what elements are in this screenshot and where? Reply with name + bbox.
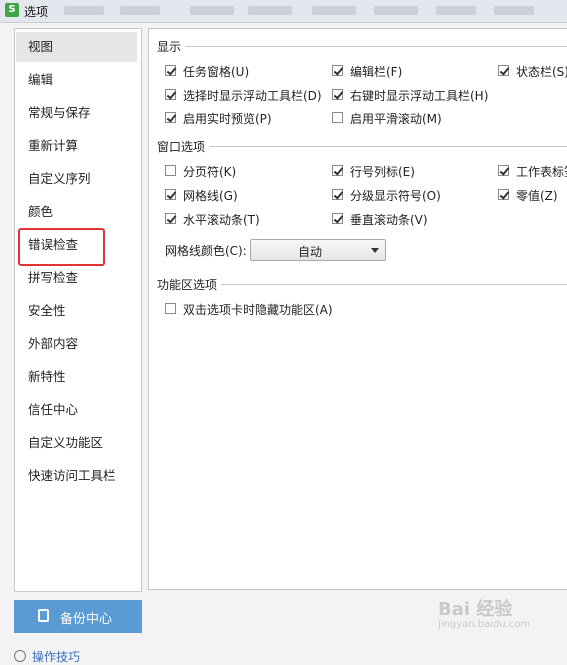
option-label: 工作表标签 xyxy=(516,165,567,179)
highlight-annotation-box xyxy=(18,228,105,266)
sidebar-item-spell-check[interactable]: 拼写检查 xyxy=(16,263,137,293)
option-label: 编辑栏(F) xyxy=(350,65,403,79)
checkbox-checked[interactable] xyxy=(498,165,509,176)
checkbox-checked[interactable] xyxy=(332,89,343,100)
sidebar-item-color[interactable]: 颜色 xyxy=(16,197,137,227)
sidebar-item-quick-access-toolbar[interactable]: 快速访问工具栏 xyxy=(16,461,137,491)
backup-icon xyxy=(38,609,49,622)
checkbox-checked[interactable] xyxy=(498,189,509,200)
blurred-toolbar-icon xyxy=(312,6,356,15)
option-label: 网格线(G) xyxy=(183,189,238,203)
blurred-toolbar-icon xyxy=(374,6,418,15)
checkbox-checked[interactable] xyxy=(332,189,343,200)
checkbox-checked[interactable] xyxy=(332,165,343,176)
sidebar-item-recalculation[interactable]: 重新计算 xyxy=(16,131,137,161)
blurred-toolbar-icon xyxy=(436,6,476,15)
app-logo-icon: S xyxy=(5,3,19,17)
title-bar: S 选项 xyxy=(0,0,567,23)
option-label: 行号列标(E) xyxy=(350,165,415,179)
options-sidebar: 视图 编辑 常规与保存 重新计算 自定义序列 颜色 错误检查 拼写检查 安全性 … xyxy=(14,28,142,592)
checkbox-checked[interactable] xyxy=(165,189,176,200)
checkbox-checked[interactable] xyxy=(165,213,176,224)
option-label: 启用实时预览(P) xyxy=(183,112,272,126)
blurred-toolbar-icon xyxy=(248,6,292,15)
baidu-jingyan-watermark: Bai 经验 jingyan.baidu.com xyxy=(432,593,562,637)
option-label: 启用平滑滚动(M) xyxy=(350,112,442,126)
blurred-toolbar-icon xyxy=(64,6,104,15)
checkbox-checked[interactable] xyxy=(332,213,343,224)
tips-icon xyxy=(14,650,26,662)
section-divider xyxy=(221,284,567,285)
option-label: 分页符(K) xyxy=(183,165,237,179)
option-label: 零值(Z) xyxy=(516,189,558,203)
sidebar-item-security[interactable]: 安全性 xyxy=(16,296,137,326)
view-options-panel: 显示 任务窗格(U) 编辑栏(F) 状态栏(S) 选择时显示浮动工具栏(D) 右… xyxy=(148,28,567,590)
chevron-down-icon xyxy=(371,248,379,253)
option-label: 任务窗格(U) xyxy=(183,65,250,79)
sidebar-item-new-features[interactable]: 新特性 xyxy=(16,362,137,392)
blurred-toolbar-icon xyxy=(494,6,534,15)
window-title: 选项 xyxy=(24,5,49,19)
section-title-window-options: 窗口选项 xyxy=(157,140,206,154)
option-label: 垂直滚动条(V) xyxy=(350,213,428,227)
option-label: 水平滚动条(T) xyxy=(183,213,260,227)
gridline-color-label: 网格线颜色(C): xyxy=(165,244,247,258)
section-title-display: 显示 xyxy=(157,40,182,54)
section-title-ribbon-options: 功能区选项 xyxy=(157,278,218,292)
sidebar-item-edit[interactable]: 编辑 xyxy=(16,65,137,95)
option-label: 状态栏(S) xyxy=(516,65,567,79)
checkbox-checked[interactable] xyxy=(165,112,176,123)
section-divider xyxy=(209,146,567,147)
checkbox-unchecked[interactable] xyxy=(332,112,343,123)
checkbox-checked[interactable] xyxy=(332,65,343,76)
gridline-color-value: 自动 xyxy=(297,245,322,259)
sidebar-item-external-content[interactable]: 外部内容 xyxy=(16,329,137,359)
checkbox-checked[interactable] xyxy=(165,89,176,100)
sidebar-item-view[interactable]: 视图 xyxy=(16,32,137,62)
tips-label: 操作技巧 xyxy=(32,650,81,664)
section-divider xyxy=(185,46,567,47)
sidebar-item-general-save[interactable]: 常规与保存 xyxy=(16,98,137,128)
option-label: 分级显示符号(O) xyxy=(350,189,441,203)
watermark-sub-text: jingyan.baidu.com xyxy=(438,619,531,630)
checkbox-checked[interactable] xyxy=(165,65,176,76)
blurred-toolbar-icon xyxy=(120,6,160,15)
checkbox-unchecked[interactable] xyxy=(165,303,176,314)
sidebar-item-trust-center[interactable]: 信任中心 xyxy=(16,395,137,425)
sidebar-item-customize-ribbon[interactable]: 自定义功能区 xyxy=(16,428,137,458)
backup-center-label: 备份中心 xyxy=(60,611,113,626)
checkbox-unchecked[interactable] xyxy=(165,165,176,176)
gridline-color-dropdown[interactable]: 自动 xyxy=(250,239,386,261)
option-label: 右键时显示浮动工具栏(H) xyxy=(350,89,489,103)
watermark-main-text: Bai 经验 xyxy=(438,599,513,620)
option-label: 选择时显示浮动工具栏(D) xyxy=(183,89,322,103)
backup-center-button[interactable]: 备份中心 xyxy=(14,600,142,633)
sidebar-item-custom-lists[interactable]: 自定义序列 xyxy=(16,164,137,194)
checkbox-checked[interactable] xyxy=(498,65,509,76)
blurred-toolbar-icon xyxy=(190,6,234,15)
option-label: 双击选项卡时隐藏功能区(A) xyxy=(183,303,333,317)
